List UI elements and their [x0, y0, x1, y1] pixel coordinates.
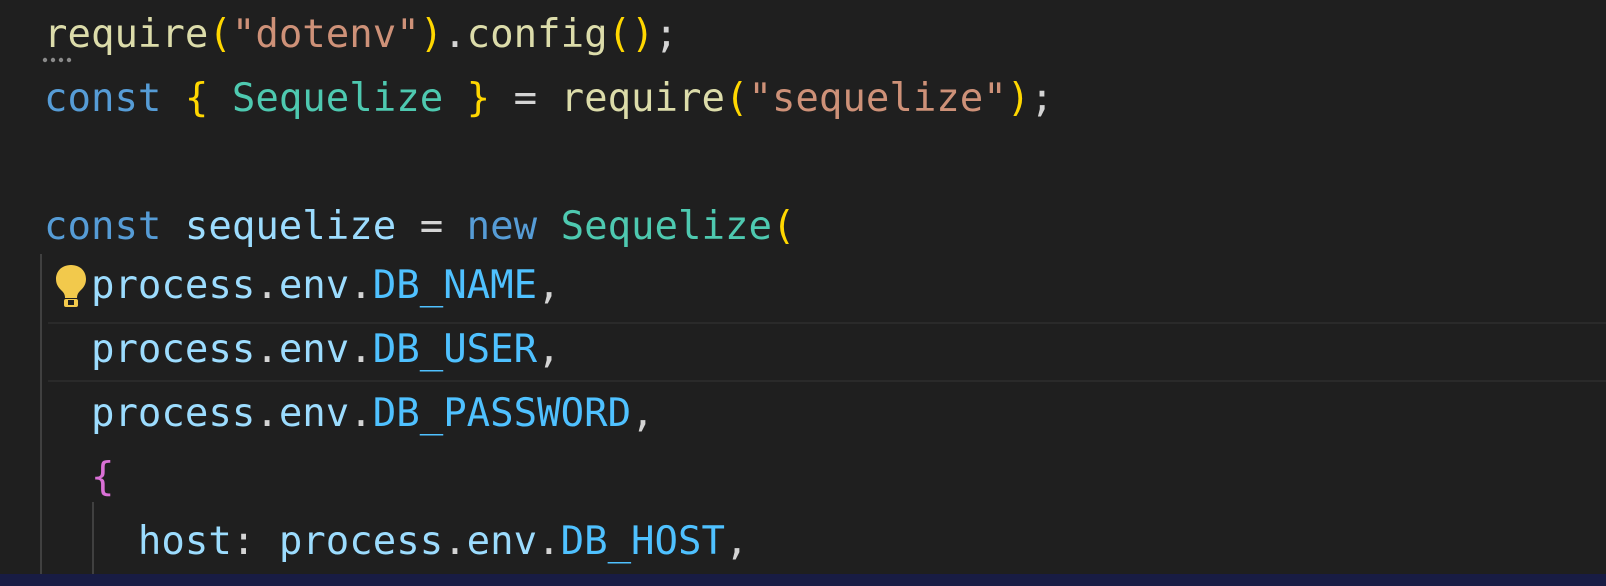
code-token: env	[278, 263, 350, 308]
code-token: .	[349, 391, 373, 436]
code-token: ;	[1030, 76, 1054, 121]
code-token: .	[443, 12, 467, 57]
code-token: env	[466, 519, 538, 564]
code-editor[interactable]: require("dotenv").config(); const { Seque…	[0, 0, 1606, 574]
code-token: sequelize	[184, 204, 397, 249]
code-token: .	[255, 327, 279, 372]
code-token: (	[724, 76, 749, 121]
code-token: new	[466, 204, 538, 249]
status-bar	[0, 574, 1606, 586]
code-line-4[interactable]: const sequelize = new Sequelize(	[44, 195, 795, 259]
code-token: const	[44, 204, 162, 249]
code-line-6[interactable]: process.env.DB_USER,	[44, 318, 561, 382]
code-token: config	[466, 12, 608, 57]
code-token: Sequelize	[231, 76, 444, 121]
code-line-9[interactable]: host: process.env.DB_HOST,	[44, 510, 749, 574]
code-token: require	[560, 76, 725, 121]
code-token: .	[537, 519, 561, 564]
code-token: (	[208, 12, 232, 57]
code-token: Sequelize	[560, 204, 772, 249]
indent-guide	[40, 254, 42, 574]
code-token: .	[255, 263, 279, 308]
code-line-2[interactable]: const { Sequelize } = require("sequelize…	[44, 67, 1054, 131]
hint-dots-icon[interactable]	[42, 57, 76, 63]
code-line-7[interactable]: process.env.DB_PASSWORD,	[44, 382, 655, 446]
code-token: env	[278, 391, 350, 436]
code-token: const	[44, 76, 162, 121]
code-token: .	[349, 327, 373, 372]
code-token: host	[137, 519, 232, 564]
lightbulb-icon[interactable]	[54, 263, 88, 309]
code-token: ,	[537, 263, 561, 308]
code-token: )	[1006, 76, 1031, 121]
code-token: require	[44, 12, 209, 57]
code-token: ,	[631, 391, 655, 436]
code-token: ,	[537, 327, 561, 372]
code-line-8[interactable]: {	[44, 446, 114, 510]
code-token: =	[490, 76, 561, 121]
code-token: "sequelize"	[748, 76, 1007, 121]
code-token: process	[90, 327, 256, 372]
code-token: ()	[607, 12, 655, 57]
code-token: DB_NAME	[372, 263, 538, 308]
code-token: {	[90, 455, 115, 500]
code-token: ,	[724, 519, 749, 564]
code-token: DB_PASSWORD	[372, 391, 632, 436]
code-token: .	[443, 519, 467, 564]
code-token: :	[231, 519, 279, 564]
code-token: (	[771, 204, 796, 249]
code-token: =	[396, 204, 467, 249]
code-line-1[interactable]: require("dotenv").config();	[44, 3, 678, 67]
code-line-5[interactable]: process.env.DB_NAME,	[44, 254, 561, 318]
code-token: }	[466, 76, 491, 121]
code-token: .	[349, 263, 373, 308]
code-token: process	[90, 263, 256, 308]
code-token: .	[255, 391, 279, 436]
code-token: DB_HOST	[560, 519, 725, 564]
code-token: ;	[654, 12, 679, 57]
code-token: process	[278, 519, 444, 564]
code-token: DB_USER	[372, 327, 538, 372]
code-token: {	[184, 76, 209, 121]
code-token: )	[419, 12, 444, 57]
code-token: "dotenv"	[231, 12, 420, 57]
code-token: process	[90, 391, 256, 436]
code-token: env	[278, 327, 350, 372]
